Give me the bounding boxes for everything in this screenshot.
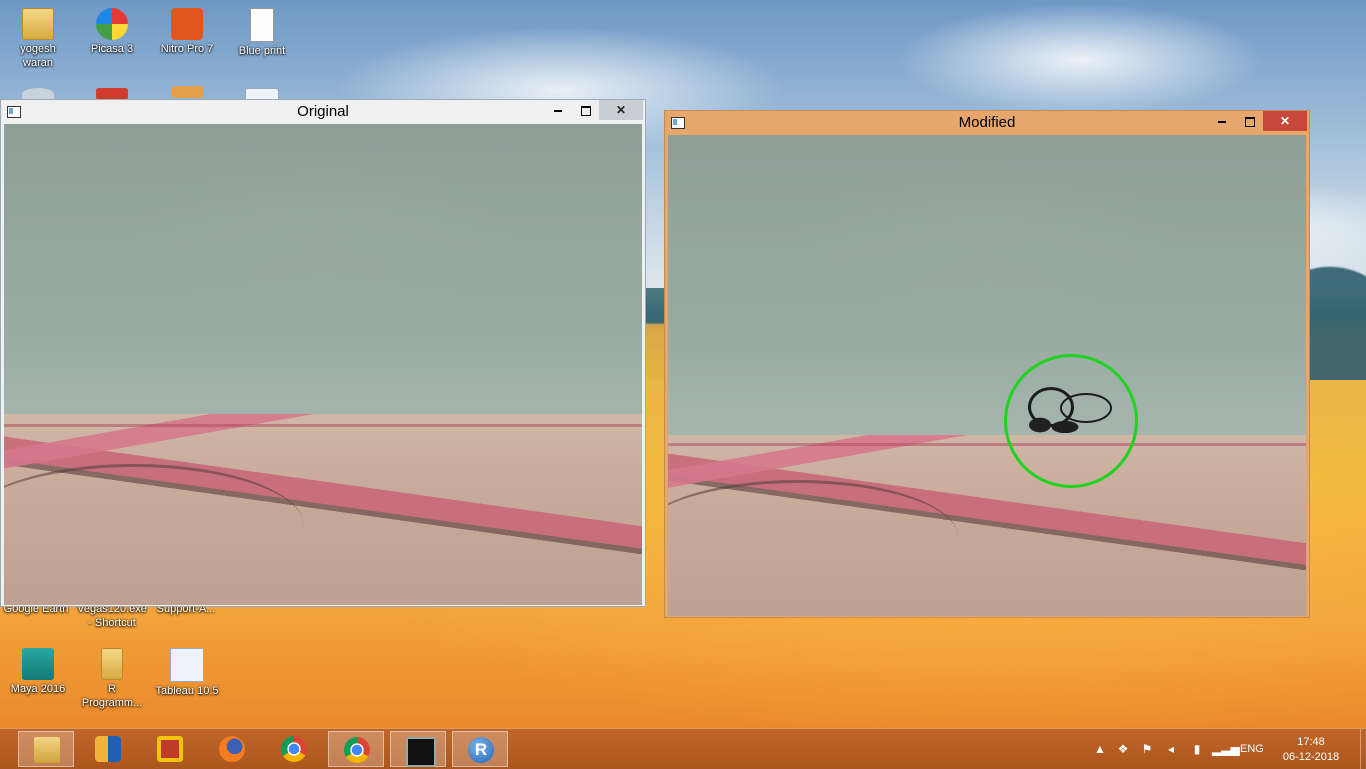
clock-time: 17:48 <box>1297 736 1325 748</box>
clock[interactable]: 17:48 06-12-2018 <box>1278 735 1344 765</box>
maximize-icon <box>581 105 591 116</box>
close-button[interactable]: ✕ <box>1263 111 1307 131</box>
desktop-icon-label: yogesh waran <box>20 43 56 69</box>
slides-icon <box>157 736 183 762</box>
firefox-icon <box>219 736 245 762</box>
close-button[interactable]: ✕ <box>599 100 643 120</box>
taskbar-chrome[interactable] <box>266 731 322 767</box>
desktop-icon-nitro[interactable]: Nitro Pro 7 <box>151 8 223 56</box>
vegas-icon <box>95 736 121 762</box>
desktop-icon-label: Tableau 10.5 <box>155 685 219 697</box>
taskbar-cmd[interactable] <box>390 731 446 767</box>
folder-icon <box>34 737 60 763</box>
desktop-icon-blueprint[interactable]: Blue print <box>226 8 298 58</box>
dropbox-icon[interactable]: ❖ <box>1116 742 1130 756</box>
image-canvas-modified <box>668 135 1306 616</box>
taskbar: R ▲ ❖ ⚑ ◂ ▮ ▂▃▅ ENG 17:48 06-12-2018 <box>0 728 1366 769</box>
desktop-icon-label: R Programm... <box>81 683 143 709</box>
maximize-button[interactable] <box>573 100 599 120</box>
scene-pattern <box>668 443 1306 486</box>
desktop-icon-partial-3[interactable] <box>170 86 206 100</box>
scene-pattern <box>668 480 958 593</box>
desktop-icon-picasa[interactable]: Picasa 3 <box>76 8 148 56</box>
minimize-icon <box>554 109 562 112</box>
taskbar-file-explorer[interactable] <box>18 731 74 767</box>
image-canvas-original <box>4 124 642 605</box>
scene-pattern <box>4 424 642 467</box>
tableau-icon <box>170 648 204 682</box>
minimize-button[interactable] <box>1209 111 1235 131</box>
clock-date: 06-12-2018 <box>1282 751 1340 763</box>
r-icon: R <box>468 737 494 763</box>
minimize-icon <box>1218 120 1226 123</box>
picasa-icon <box>96 8 128 40</box>
desktop-icon-tableau[interactable]: Tableau 10.5 <box>151 648 223 698</box>
desktop-icon-label: Picasa 3 <box>90 43 134 55</box>
language-indicator[interactable]: ENG <box>1240 743 1264 755</box>
minimize-button[interactable] <box>545 100 571 120</box>
battery-icon[interactable]: ▮ <box>1190 742 1204 756</box>
desktop-icon-maya[interactable]: Maya 2016 <box>2 648 74 696</box>
taskbar-r[interactable]: R <box>452 731 508 767</box>
detection-circle <box>1004 354 1138 488</box>
app-icon <box>172 86 204 98</box>
titlebar[interactable]: Modified ✕ <box>665 111 1309 135</box>
maya-icon <box>22 648 54 680</box>
taskbar-firefox[interactable] <box>204 731 260 767</box>
folder-icon <box>22 8 54 40</box>
document-icon <box>250 8 274 42</box>
taskbar-slides[interactable] <box>142 731 198 767</box>
desktop-icon-label: Blue print <box>238 45 286 57</box>
chrome-icon <box>281 736 307 762</box>
desktop-icon-user-folder[interactable]: yogesh waran <box>2 8 74 70</box>
folder-icon <box>101 648 123 680</box>
nitro-icon <box>171 8 203 40</box>
action-center-flag-icon[interactable]: ⚑ <box>1140 742 1154 756</box>
maximize-icon <box>1245 116 1255 127</box>
show-desktop-button[interactable] <box>1360 729 1366 769</box>
maximize-button[interactable] <box>1237 111 1263 131</box>
window-modified[interactable]: Modified ✕ <box>664 110 1310 618</box>
taskbar-chrome-2[interactable] <box>328 731 384 767</box>
desktop-icon-r-programming[interactable]: R Programm... <box>76 648 148 710</box>
cmd-icon <box>406 737 436 767</box>
desktop-icon-label: Maya 2016 <box>10 683 66 695</box>
window-original[interactable]: Original ✕ <box>0 99 646 607</box>
network-signal-icon[interactable]: ▂▃▅ <box>1212 742 1240 756</box>
volume-icon[interactable]: ◂ <box>1164 742 1178 756</box>
titlebar[interactable]: Original ✕ <box>1 100 645 124</box>
taskbar-vegas[interactable] <box>80 731 136 767</box>
chrome-icon <box>344 737 370 763</box>
tray-overflow-chevron-icon[interactable]: ▲ <box>1093 742 1107 756</box>
desktop-icon-label: Nitro Pro 7 <box>160 43 214 55</box>
